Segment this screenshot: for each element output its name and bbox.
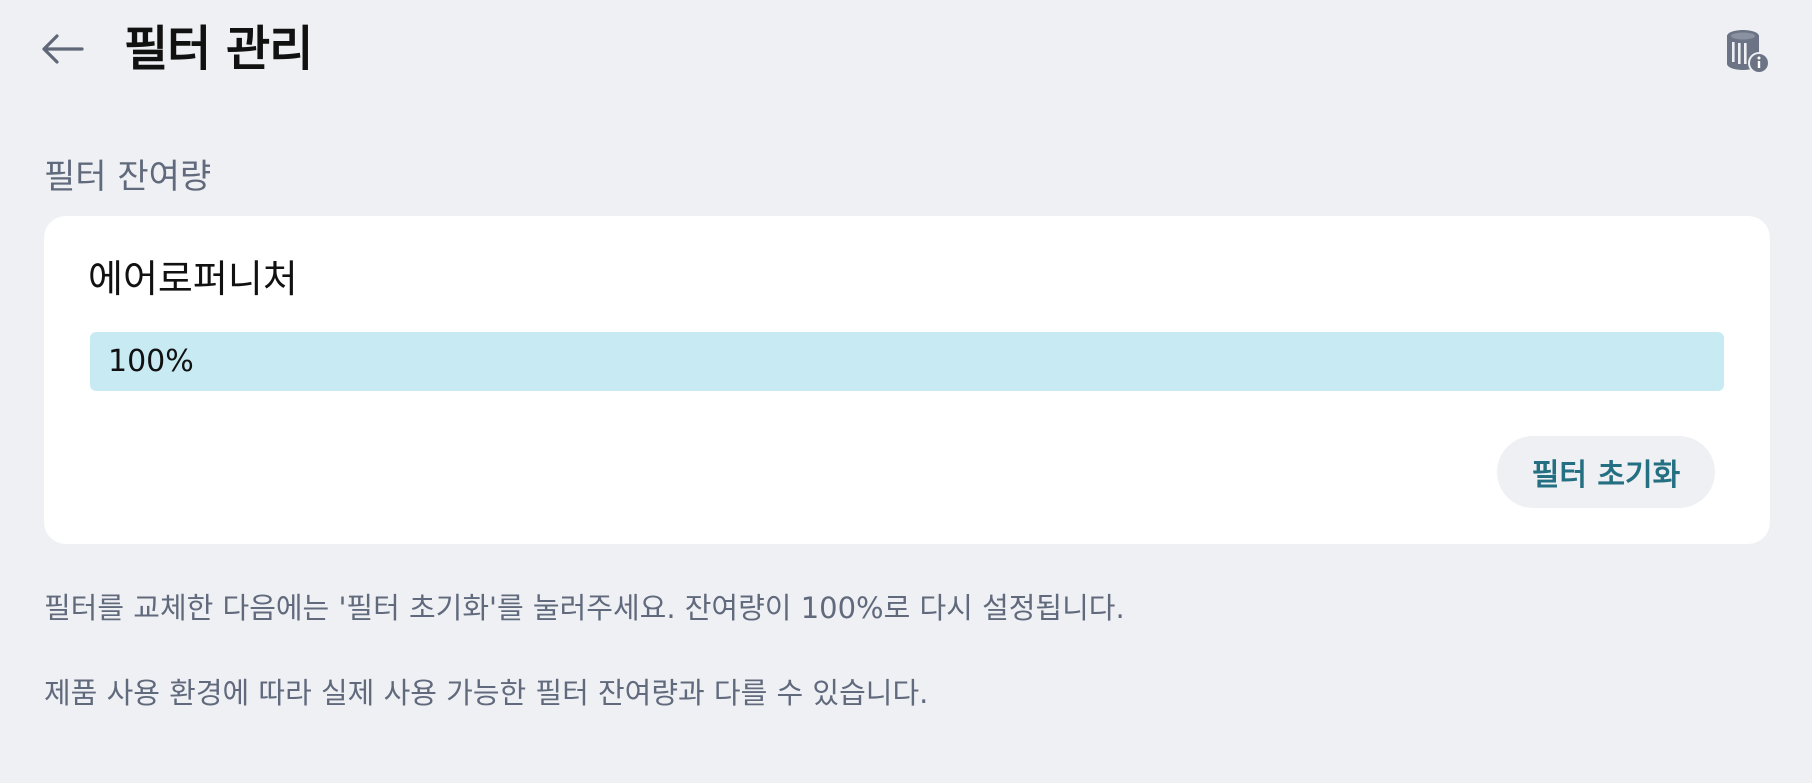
back-button[interactable] bbox=[34, 26, 90, 72]
section-label-filter-remaining: 필터 잔여량 bbox=[44, 157, 212, 197]
filter-card: 에어로퍼니처 100% 필터 초기화 bbox=[44, 216, 1770, 544]
page-title: 필터 관리 bbox=[124, 21, 313, 77]
filter-name: 에어로퍼니처 bbox=[88, 257, 298, 301]
note-usage-environment: 제품 사용 환경에 따라 실제 사용 가능한 필터 잔여량과 다를 수 있습니다… bbox=[44, 676, 929, 710]
filter-reset-button[interactable]: 필터 초기화 bbox=[1497, 436, 1715, 508]
filter-management-screen: 필터 관리 필터 잔여량 에어로퍼니처 100% 필터 초기화 필터를 교체한 … bbox=[0, 0, 1812, 783]
filter-info-button[interactable] bbox=[1722, 26, 1774, 78]
app-header: 필터 관리 bbox=[0, 0, 1812, 100]
filter-info-icon bbox=[1727, 30, 1770, 74]
note-replace-filter: 필터를 교체한 다음에는 '필터 초기화'를 눌러주세요. 잔여량이 100%로… bbox=[44, 591, 1125, 625]
arrow-left-icon bbox=[42, 34, 84, 64]
filter-remaining-bar: 100% bbox=[90, 332, 1724, 391]
filter-remaining-fill bbox=[90, 332, 1724, 391]
filter-remaining-value: 100% bbox=[108, 344, 194, 379]
